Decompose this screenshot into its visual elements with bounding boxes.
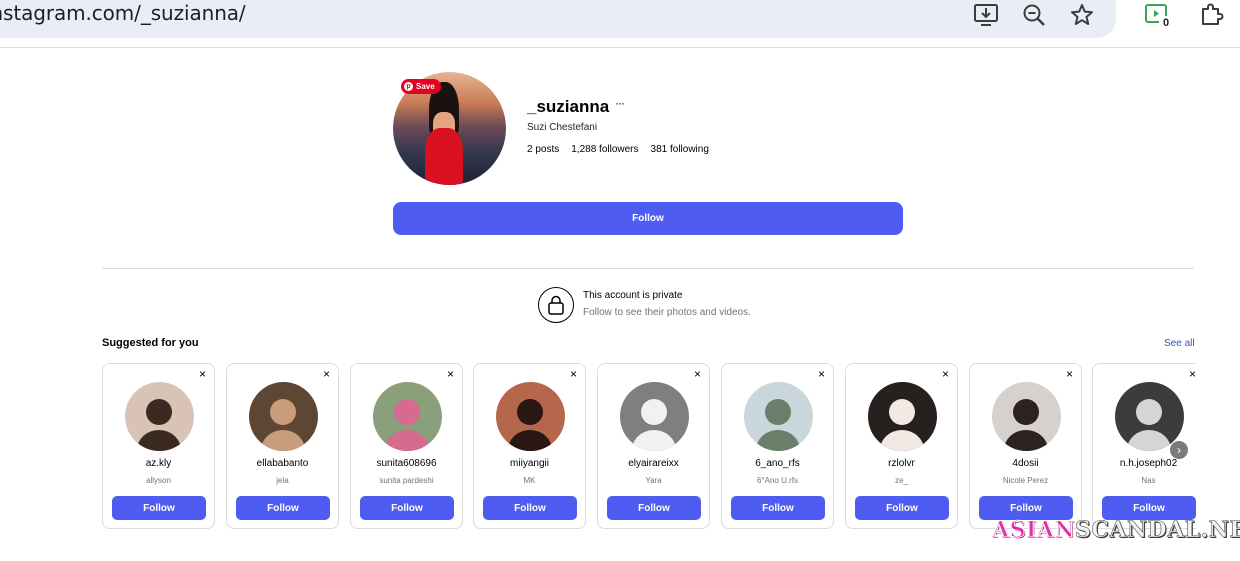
suggestion-avatar[interactable] bbox=[868, 382, 937, 451]
private-account-subtitle: Follow to see their photos and videos. bbox=[583, 307, 751, 318]
more-options-icon[interactable]: ··· bbox=[615, 96, 625, 110]
suggestion-username[interactable]: sunita608696 bbox=[351, 458, 462, 469]
dismiss-icon[interactable]: × bbox=[1189, 368, 1196, 380]
suggestion-username[interactable]: miiyangii bbox=[474, 458, 585, 469]
suggestion-name: Nas bbox=[1141, 476, 1156, 485]
suggestion-name: allyson bbox=[146, 476, 171, 485]
dismiss-icon[interactable]: × bbox=[818, 368, 825, 380]
suggestion-avatar[interactable] bbox=[744, 382, 813, 451]
suggestion-avatar[interactable] bbox=[125, 382, 194, 451]
pinterest-icon: p bbox=[404, 82, 413, 91]
suggestion-card[interactable]: × sunita608696 sunita pardeshi Follow bbox=[350, 363, 463, 529]
install-app-icon[interactable] bbox=[971, 0, 1001, 30]
suggestion-username[interactable]: elyairareixx bbox=[598, 458, 709, 469]
profile-full-name: Suzi Chestefani bbox=[527, 122, 598, 133]
suggestion-follow-button[interactable]: Follow bbox=[236, 496, 330, 520]
suggestion-follow-button[interactable]: Follow bbox=[855, 496, 949, 520]
suggestion-name: sunita pardeshi bbox=[379, 476, 434, 485]
suggestion-avatar[interactable] bbox=[249, 382, 318, 451]
suggestion-avatar[interactable] bbox=[1115, 382, 1184, 451]
suggestion-avatar[interactable] bbox=[496, 382, 565, 451]
dismiss-icon[interactable]: × bbox=[199, 368, 206, 380]
suggestion-card[interactable]: × miiyangii MK Follow bbox=[473, 363, 586, 529]
suggestion-card[interactable]: × rzlolvr ze_ Follow bbox=[845, 363, 958, 529]
extensions-puzzle-icon[interactable] bbox=[1197, 0, 1227, 29]
divider bbox=[102, 268, 1194, 269]
suggestion-avatar[interactable] bbox=[373, 382, 442, 451]
suggestion-name: ze_ bbox=[895, 476, 908, 485]
pinterest-save-button[interactable]: p Save bbox=[401, 79, 441, 94]
watermark-logo: ASIANSCANDAL.NET bbox=[992, 517, 1240, 544]
suggestion-name: Yara bbox=[645, 476, 662, 485]
suggested-title: Suggested for you bbox=[102, 337, 199, 349]
private-account-title: This account is private bbox=[583, 290, 683, 301]
suggestion-avatar[interactable] bbox=[992, 382, 1061, 451]
dismiss-icon[interactable]: × bbox=[694, 368, 701, 380]
see-all-link[interactable]: See all bbox=[1164, 338, 1195, 349]
extension-badge: 0 bbox=[1159, 16, 1173, 30]
suggestion-follow-button[interactable]: Follow bbox=[112, 496, 206, 520]
save-label: Save bbox=[416, 82, 435, 91]
suggestion-name: 6°Ano U.rfs bbox=[757, 476, 798, 485]
dismiss-icon[interactable]: × bbox=[447, 368, 454, 380]
suggestion-username[interactable]: n.h.joseph02 bbox=[1093, 458, 1196, 469]
suggestion-username[interactable]: ellababanto bbox=[227, 458, 338, 469]
dismiss-icon[interactable]: × bbox=[942, 368, 949, 380]
suggestion-follow-button[interactable]: Follow bbox=[731, 496, 825, 520]
suggestion-name: jela bbox=[276, 476, 289, 485]
suggestion-follow-button[interactable]: Follow bbox=[360, 496, 454, 520]
suggestion-card[interactable]: × 4dosii Nicole Perez Follow bbox=[969, 363, 1082, 529]
dismiss-icon[interactable]: × bbox=[570, 368, 577, 380]
suggestion-name: MK bbox=[523, 476, 536, 485]
suggestion-card[interactable]: × ellababanto jela Follow bbox=[226, 363, 339, 529]
following-count[interactable]: 381 following bbox=[651, 144, 709, 155]
suggestion-card[interactable]: × 6_ano_rfs 6°Ano U.rfs Follow bbox=[721, 363, 834, 529]
suggestion-follow-button[interactable]: Follow bbox=[483, 496, 577, 520]
address-bar[interactable]: instagram.com/_suzianna/ bbox=[0, 0, 1116, 38]
suggestion-username[interactable]: az.kly bbox=[103, 458, 214, 469]
profile-stats: 2 posts 1,288 followers 381 following bbox=[527, 144, 709, 155]
posts-count: 2 posts bbox=[527, 144, 560, 155]
profile-username: _suzianna bbox=[527, 97, 610, 116]
suggestion-username[interactable]: 4dosii bbox=[970, 458, 1081, 469]
suggestion-username[interactable]: 6_ano_rfs bbox=[722, 458, 833, 469]
suggestion-avatar[interactable] bbox=[620, 382, 689, 451]
carousel-next-icon[interactable]: › bbox=[1170, 441, 1188, 459]
followers-count[interactable]: 1,288 followers bbox=[571, 144, 638, 155]
follow-button[interactable]: Follow bbox=[393, 202, 903, 235]
url-text[interactable]: instagram.com/_suzianna/ bbox=[0, 1, 246, 25]
suggestion-follow-button[interactable]: Follow bbox=[607, 496, 701, 520]
suggestion-username[interactable]: rzlolvr bbox=[846, 458, 957, 469]
lock-icon bbox=[538, 287, 574, 323]
browser-toolbar: instagram.com/_suzianna/ 0 bbox=[0, 0, 1240, 48]
dismiss-icon[interactable]: × bbox=[323, 368, 330, 380]
bookmark-star-icon[interactable] bbox=[1067, 0, 1097, 30]
dismiss-icon[interactable]: × bbox=[1066, 368, 1073, 380]
suggestions-carousel: × az.kly allyson Follow × ellababanto jela Foll… bbox=[102, 363, 1196, 531]
zoom-out-icon[interactable] bbox=[1019, 0, 1049, 30]
suggestion-card[interactable]: × elyairareixx Yara Follow bbox=[597, 363, 710, 529]
suggestion-name: Nicole Perez bbox=[1002, 476, 1049, 485]
suggestion-card[interactable]: × az.kly allyson Follow bbox=[102, 363, 215, 529]
